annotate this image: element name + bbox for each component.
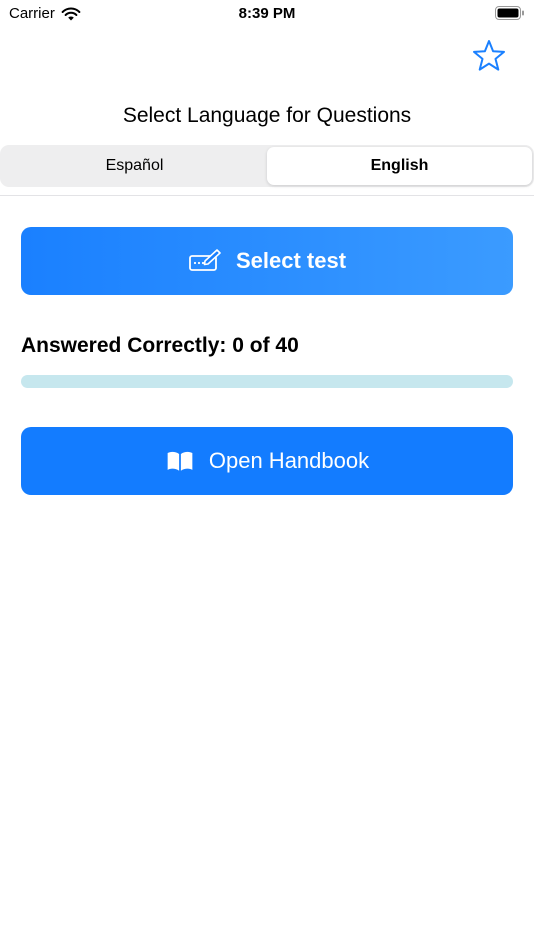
star-icon[interactable] [471,38,507,74]
page-title: Select Language for Questions [122,104,412,127]
segment-espanol[interactable]: Español [2,147,267,185]
status-bar: Carrier 8:39 PM [0,0,534,28]
select-test-label: Select test [235,248,347,273]
segment-english[interactable]: English [267,147,532,185]
open-handbook-label: Open Handbook [208,448,370,473]
battery-icon [495,6,524,20]
answered-correctly-label: Answered Correctly: 0 of 40 [21,334,299,357]
divider [0,195,534,196]
open-handbook-button[interactable]: Open Handbook [21,427,513,495]
app-screen: Carrier 8:39 PM Select Language for Ques… [0,0,534,950]
book-icon [167,451,193,471]
status-time: 8:39 PM [238,5,296,22]
select-test-button[interactable]: Select test [21,227,513,295]
language-segmented-control: Español English [0,145,534,187]
keyboard-pencil-icon [189,249,221,271]
progress-bar [21,375,513,388]
